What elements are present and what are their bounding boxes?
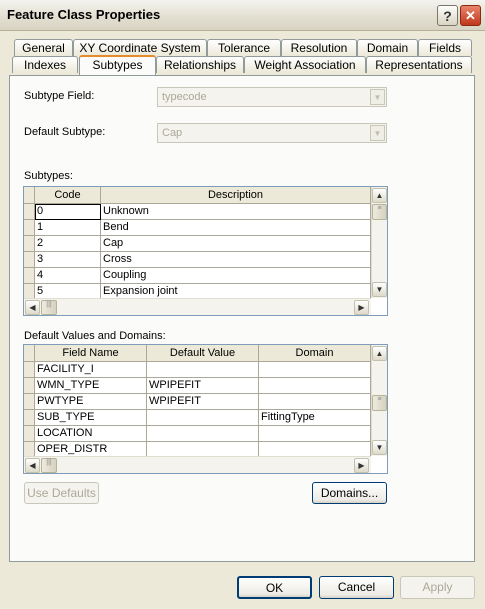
tab-domain[interactable]: Domain <box>357 39 418 56</box>
close-icon[interactable]: ✕ <box>460 5 481 26</box>
cell-domain[interactable] <box>259 362 371 378</box>
cell-description[interactable]: Coupling <box>101 268 371 284</box>
scroll-down-icon[interactable]: ▼ <box>372 282 387 297</box>
cell-default-value[interactable] <box>147 362 259 378</box>
cell-field-name[interactable]: PWTYPE <box>35 394 147 410</box>
row-selector[interactable] <box>24 220 35 236</box>
cell-code[interactable]: 2 <box>35 236 101 252</box>
cell-code[interactable]: 1 <box>35 220 101 236</box>
scroll-thumb[interactable]: ||| <box>41 458 57 473</box>
scroll-thumb[interactable]: ||| <box>41 300 57 315</box>
default-subtype-label: Default Subtype: <box>24 126 106 138</box>
subtype-field-value: typecode <box>162 91 207 103</box>
cell-description[interactable]: Unknown <box>101 204 371 220</box>
subtypes-grid[interactable]: Code Description 0 Unknown 1 Bend 2 Cap 3 Cross… <box>23 186 388 316</box>
tab-resolution[interactable]: Resolution <box>281 39 357 56</box>
scroll-thumb[interactable]: ≡ <box>372 395 387 411</box>
row-selector[interactable] <box>24 236 35 252</box>
cell-field-name[interactable]: FACILITY_I <box>35 362 147 378</box>
grid-corner <box>24 187 35 204</box>
title-bar[interactable]: Feature Class Properties ? ✕ <box>0 0 485 31</box>
row-selector[interactable] <box>24 426 35 442</box>
cell-domain[interactable] <box>259 378 371 394</box>
row-selector[interactable] <box>24 410 35 426</box>
cell-description[interactable]: Bend <box>101 220 371 236</box>
row-selector[interactable] <box>24 204 35 220</box>
subtypes-vertical-scrollbar[interactable]: ▲ ≡ ▼ <box>371 187 387 298</box>
ok-button[interactable]: OK <box>237 576 312 599</box>
window-title: Feature Class Properties <box>7 7 161 22</box>
tab-general[interactable]: General <box>14 39 73 56</box>
domains-button[interactable]: Domains... <box>312 482 387 504</box>
tab-relationships[interactable]: Relationships <box>156 56 244 73</box>
default-subtype-value: Cap <box>162 127 183 139</box>
cell-code[interactable]: 4 <box>35 268 101 284</box>
scroll-up-icon[interactable]: ▲ <box>372 188 387 203</box>
cell-description[interactable]: Cross <box>101 252 371 268</box>
subtypes-label: Subtypes: <box>24 170 73 182</box>
domains-label: Domains... <box>320 486 379 500</box>
scroll-thumb[interactable]: ≡ <box>372 204 387 220</box>
cell-default-value[interactable] <box>147 410 259 426</box>
use-defaults-label: Use Defaults <box>27 486 96 500</box>
row-selector[interactable] <box>24 378 35 394</box>
tab-weight-association[interactable]: Weight Association <box>244 56 366 73</box>
subtypes-horizontal-scrollbar[interactable]: ◀ ||| ▶ <box>24 298 371 315</box>
cell-description[interactable]: Cap <box>101 236 371 252</box>
cell-domain[interactable] <box>259 426 371 442</box>
column-header-field-name[interactable]: Field Name <box>35 345 147 362</box>
row-selector[interactable] <box>24 362 35 378</box>
cell-domain[interactable]: FittingType <box>259 410 371 426</box>
column-header-code[interactable]: Code <box>35 187 101 204</box>
row-selector[interactable] <box>24 268 35 284</box>
cell-code[interactable]: 3 <box>35 252 101 268</box>
cell-field-name[interactable]: LOCATION <box>35 426 147 442</box>
help-icon[interactable]: ? <box>437 5 458 26</box>
default-values-grid[interactable]: Field Name Default Value Domain FACILITY… <box>23 344 388 474</box>
column-header-domain[interactable]: Domain <box>259 345 371 362</box>
cell-default-value[interactable] <box>147 426 259 442</box>
column-header-description[interactable]: Description <box>101 187 371 204</box>
row-selector[interactable] <box>24 252 35 268</box>
apply-button[interactable]: Apply <box>400 576 475 599</box>
cell-default-value[interactable]: WPIPEFIT <box>147 378 259 394</box>
grid-corner <box>24 345 35 362</box>
cell-field-name[interactable]: WMN_TYPE <box>35 378 147 394</box>
defaults-horizontal-scrollbar[interactable]: ◀ ||| ▶ <box>24 456 371 473</box>
scroll-right-icon[interactable]: ▶ <box>354 300 369 315</box>
subtype-field-combo[interactable]: typecode ▼ <box>157 87 387 107</box>
chevron-down-icon[interactable]: ▼ <box>370 125 385 141</box>
tab-xy-coordinate-system[interactable]: XY Coordinate System <box>73 39 207 56</box>
scroll-left-icon[interactable]: ◀ <box>25 458 40 473</box>
cell-domain[interactable] <box>259 394 371 410</box>
cell-default-value[interactable]: WPIPEFIT <box>147 394 259 410</box>
cancel-button[interactable]: Cancel <box>319 576 394 599</box>
subtype-field-label: Subtype Field: <box>24 90 95 102</box>
tab-fields[interactable]: Fields <box>418 39 472 56</box>
tab-representations[interactable]: Representations <box>366 56 472 73</box>
default-subtype-combo[interactable]: Cap ▼ <box>157 123 387 143</box>
cell-code[interactable]: 0 <box>35 204 101 220</box>
scroll-down-icon[interactable]: ▼ <box>372 440 387 455</box>
defaults-vertical-scrollbar[interactable]: ▲ ≡ ▼ <box>371 345 387 456</box>
tab-subtypes[interactable]: Subtypes <box>79 55 156 75</box>
cell-field-name[interactable]: SUB_TYPE <box>35 410 147 426</box>
use-defaults-button[interactable]: Use Defaults <box>24 482 99 504</box>
scroll-up-icon[interactable]: ▲ <box>372 346 387 361</box>
scroll-left-icon[interactable]: ◀ <box>25 300 40 315</box>
chevron-down-icon[interactable]: ▼ <box>370 89 385 105</box>
tab-indexes[interactable]: Indexes <box>12 56 78 73</box>
default-values-label: Default Values and Domains: <box>24 330 166 342</box>
tab-tolerance[interactable]: Tolerance <box>207 39 281 56</box>
scroll-right-icon[interactable]: ▶ <box>354 458 369 473</box>
row-selector[interactable] <box>24 394 35 410</box>
column-header-default-value[interactable]: Default Value <box>147 345 259 362</box>
